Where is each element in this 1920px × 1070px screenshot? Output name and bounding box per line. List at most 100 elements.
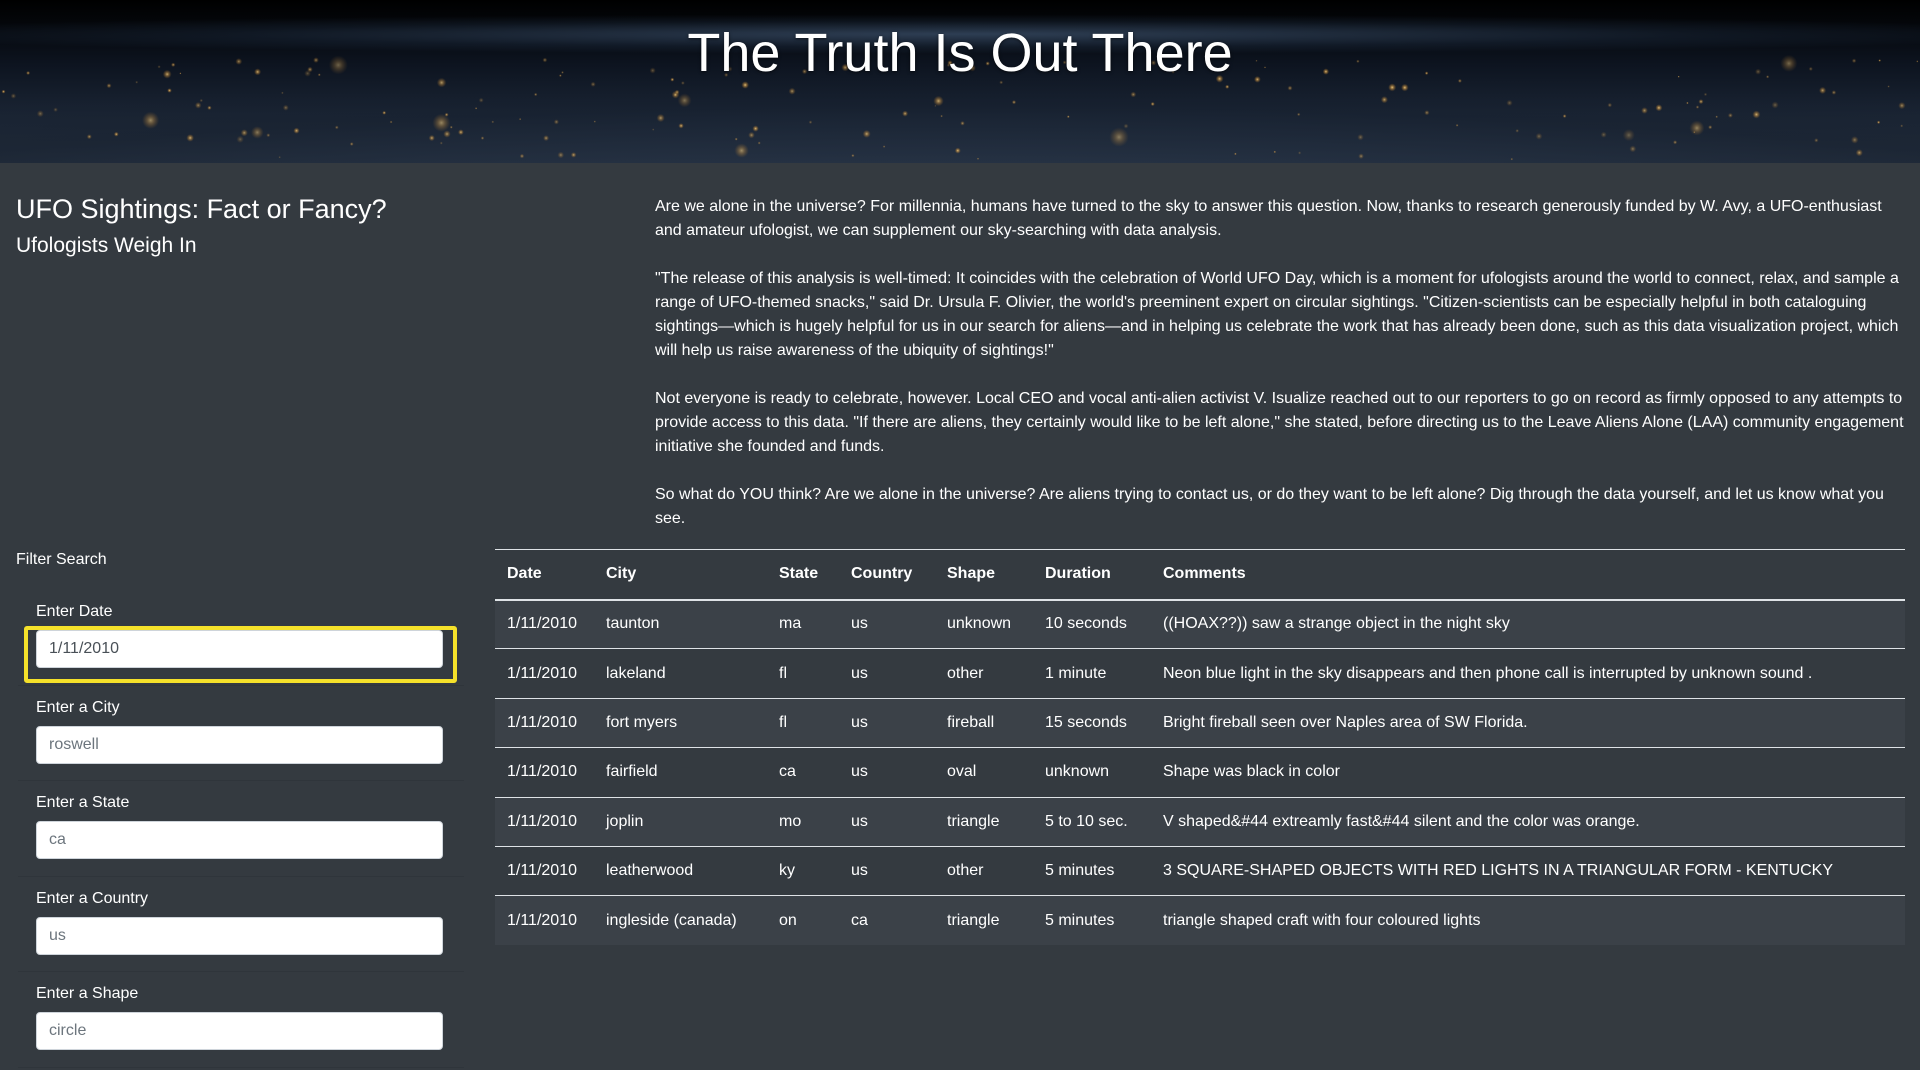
city-light — [954, 147, 961, 154]
shape-field-label: Enter a Shape — [36, 985, 139, 1002]
date-field-label: Enter Date — [36, 603, 113, 620]
city-light — [1655, 104, 1663, 112]
city-light — [1855, 149, 1863, 157]
cell-state: ky — [767, 845, 839, 896]
city-light — [474, 107, 478, 110]
city-light — [1607, 102, 1613, 108]
city-light — [1622, 129, 1635, 142]
city-light — [1273, 150, 1277, 154]
city-light — [534, 92, 538, 97]
cell-country: us — [839, 697, 935, 748]
cell-country: us — [839, 796, 935, 847]
state-input[interactable] — [36, 821, 443, 859]
city-light — [53, 107, 58, 112]
cell-city: leatherwood — [594, 845, 767, 896]
city-light — [977, 157, 979, 160]
city-light — [1629, 145, 1637, 153]
city-light — [570, 152, 577, 158]
table-row: 1/11/2010 ingleside (canada) on ca triangle 5… — [495, 895, 1905, 946]
city-light — [1510, 157, 1514, 161]
cell-duration: 5 minutes — [1033, 895, 1151, 946]
city-light — [519, 118, 522, 121]
city-light — [808, 120, 813, 124]
hero-banner: The Truth Is Out There — [0, 0, 1920, 163]
article-paragraph: "The release of this analysis is well-ti… — [655, 270, 1899, 359]
city-light — [678, 123, 684, 129]
cell-country: us — [839, 599, 935, 649]
city-light — [428, 134, 435, 142]
city-light — [478, 97, 484, 103]
cell-duration: 5 to 10 sec. — [1033, 796, 1151, 847]
city-light — [1297, 112, 1301, 117]
cell-country: us — [839, 747, 935, 798]
city-light — [1455, 123, 1459, 127]
city-light — [382, 110, 387, 115]
city-light — [1819, 86, 1827, 94]
state-field-label: Enter a State — [36, 794, 130, 811]
city-light — [236, 135, 244, 143]
city-light — [851, 154, 855, 158]
shape-input[interactable] — [36, 1012, 443, 1050]
article-text: Are we alone in the universe? For millen… — [655, 195, 1905, 555]
city-light — [278, 156, 281, 159]
cell-comments: Shape was black in color — [1151, 747, 1905, 798]
date-input[interactable] — [36, 630, 443, 668]
city-input[interactable] — [36, 725, 443, 764]
city-light — [1388, 83, 1397, 92]
page-subtitle: Ufologists Weigh In — [16, 234, 197, 257]
city-light — [113, 131, 119, 137]
city-light — [142, 111, 160, 129]
column-header-country: Country — [839, 549, 935, 601]
city-light — [199, 98, 203, 103]
cell-country: ca — [839, 895, 935, 946]
city-light — [389, 120, 393, 124]
column-header-duration: Duration — [1033, 549, 1151, 601]
city-light — [1109, 127, 1129, 147]
cell-duration: 10 seconds — [1033, 599, 1151, 649]
city-light — [1752, 110, 1761, 119]
column-header-shape: Shape — [935, 549, 1033, 601]
city-light — [1641, 107, 1648, 114]
city-light — [1689, 120, 1705, 136]
cell-state: on — [767, 895, 839, 946]
city-light — [1358, 153, 1364, 159]
city-light — [1287, 85, 1293, 91]
article-paragraph: Not everyone is ready to celebrate, howe… — [655, 390, 1904, 455]
city-light — [902, 110, 909, 117]
city-light — [458, 129, 464, 136]
city-light — [439, 141, 443, 145]
city-light — [557, 151, 565, 159]
column-header-city: City — [594, 549, 767, 601]
cell-shape: other — [935, 648, 1033, 699]
column-header-date: Date — [495, 549, 594, 601]
city-light — [1673, 140, 1678, 145]
city-light — [250, 126, 264, 139]
cell-state: ma — [767, 599, 839, 649]
cell-city: joplin — [594, 796, 767, 847]
sightings-table-container: Date City State Country Shape Duration C… — [495, 549, 1905, 946]
city-light — [757, 141, 761, 145]
cell-date: 1/11/2010 — [495, 796, 594, 847]
table-row: 1/11/2010 lakeland fl us other 1 minute Neon b… — [495, 648, 1905, 699]
city-light — [1380, 96, 1388, 104]
hero-title: The Truth Is Out There — [687, 23, 1233, 83]
city-light — [1562, 114, 1567, 118]
cell-comments: Bright fireball seen over Naples area of… — [1151, 697, 1905, 748]
city-light — [671, 90, 680, 99]
city-light — [734, 143, 749, 158]
city-light — [349, 142, 354, 146]
cell-shape: fireball — [935, 697, 1033, 748]
country-input[interactable] — [36, 916, 443, 955]
cell-duration: 5 minutes — [1033, 845, 1151, 896]
city-light — [1771, 101, 1779, 109]
filter-item-date: Enter Date — [18, 590, 464, 686]
cell-state: mo — [767, 796, 839, 847]
article-paragraph: So what do YOU think? Are we alone in th… — [655, 486, 1884, 527]
city-light — [10, 93, 17, 99]
filter-item-city: Enter a City — [18, 685, 464, 781]
table-row: 1/11/2010 joplin mo us triangle 5 to 10 sec. V… — [495, 796, 1905, 847]
cell-date: 1/11/2010 — [495, 697, 594, 748]
cell-duration: 1 minute — [1033, 648, 1151, 699]
cell-country: us — [839, 845, 935, 896]
city-light — [1515, 129, 1519, 133]
